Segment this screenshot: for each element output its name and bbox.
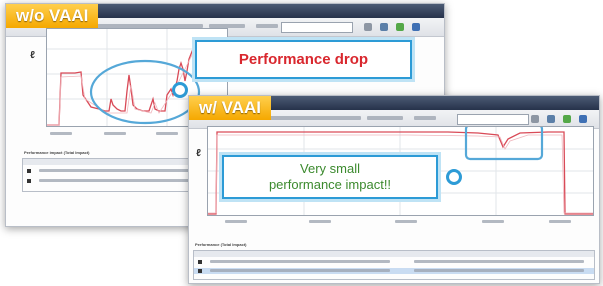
object-select[interactable]: [457, 114, 529, 125]
settings-icon[interactable]: [563, 115, 571, 123]
callout-pointer-dot: [446, 169, 462, 185]
help-icon[interactable]: [579, 115, 587, 123]
help-icon[interactable]: [412, 23, 420, 31]
callout-text-line1: Very small: [300, 161, 360, 176]
with-vaai-label: w/ VAAI: [189, 96, 272, 120]
section-label: Performance (Total Impact): [195, 242, 247, 247]
small-impact-highlight: [464, 127, 544, 161]
performance-drop-callout: Performance drop: [195, 40, 412, 79]
table-row[interactable]: [194, 259, 594, 265]
callout-text: Performance drop: [238, 51, 369, 68]
export-icon[interactable]: [547, 115, 555, 123]
export-icon[interactable]: [380, 23, 388, 31]
counter-table: [193, 250, 595, 280]
object-select[interactable]: [281, 22, 353, 33]
section-label: Performance impact (Total Impact): [24, 150, 90, 155]
small-impact-callout: Very small performance impact!!: [222, 155, 438, 199]
table-row-selected[interactable]: [194, 268, 594, 274]
refresh-icon[interactable]: [531, 115, 539, 123]
refresh-icon[interactable]: [364, 23, 372, 31]
without-vaai-label: w/o VAAI: [6, 4, 99, 28]
callout-pointer-dot: [172, 82, 188, 98]
settings-icon[interactable]: [396, 23, 404, 31]
callout-text-line2: performance impact!!: [268, 177, 392, 192]
